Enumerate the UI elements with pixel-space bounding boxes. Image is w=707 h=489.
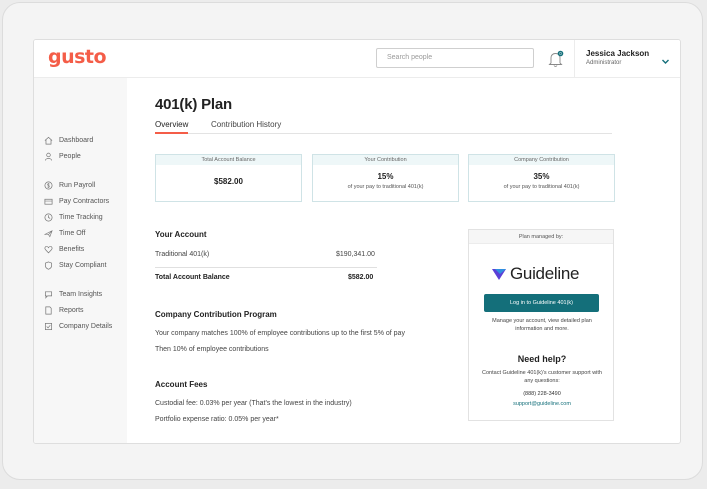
account-fees-heading: Account Fees [155, 380, 208, 389]
chevron-down-icon [662, 59, 669, 64]
tab-contribution-history[interactable]: Contribution History [211, 120, 281, 134]
sidebar-item-label: People [59, 152, 81, 160]
sidebar-item-label: Benefits [59, 245, 85, 253]
guideline-logo: Guideline [491, 264, 579, 284]
card-value: 35% [533, 172, 550, 181]
card-subtext: of your pay to traditional 401(k) [347, 184, 424, 190]
guideline-brand: Guideline [510, 264, 580, 283]
sidebar-item-label: Pay Contractors [59, 197, 110, 205]
document-icon [45, 306, 52, 314]
managed-by-label: Plan managed by: [469, 230, 613, 244]
card-company-contribution: Company Contribution 35% of your pay to … [468, 154, 615, 202]
user-role: Administrator [586, 60, 622, 66]
card-total-balance: Total Account Balance $582.00 [155, 154, 302, 202]
search-input[interactable]: Search people [376, 48, 534, 68]
card-subtext: of your pay to traditional 401(k) [503, 184, 580, 190]
fee-line: Portfolio expense ratio: 0.05% per year* [155, 416, 279, 423]
sidebar-item-time-tracking[interactable]: Time Tracking [44, 211, 103, 223]
account-divider [155, 267, 377, 268]
sidebar: Dashboard People Run Payroll Pay Contrac… [34, 78, 127, 443]
shield-icon [44, 261, 53, 270]
notification-button[interactable]: 0 [547, 50, 565, 68]
checklist-icon [44, 322, 53, 330]
sidebar-item-label: Team Insights [59, 290, 103, 298]
sidebar-item-dashboard[interactable]: Dashboard [44, 134, 93, 146]
user-menu-toggle[interactable] [661, 53, 670, 64]
need-help-heading: Need help? [517, 354, 567, 364]
guideline-panel: Plan managed by: Guideline Log in to Gui… [468, 229, 614, 421]
sidebar-item-benefits[interactable]: Benefits [44, 243, 84, 255]
sidebar-item-stay-compliant[interactable]: Stay Compliant [44, 259, 106, 271]
heart-icon [44, 245, 53, 253]
fee-line: Custodial fee: 0.03% per year (That's th… [155, 400, 352, 407]
guideline-description: Manage your account, view detailed plan … [492, 318, 592, 332]
guideline-login-button[interactable]: Log in to Guideline 401(k) [484, 294, 599, 312]
card-your-contribution: Your Contribution 15% of your pay to tra… [312, 154, 459, 202]
person-icon [44, 152, 53, 161]
contribution-program-heading: Company Contribution Program [155, 310, 277, 319]
program-line: Then 10% of employee contributions [155, 346, 269, 353]
chat-icon [44, 290, 53, 299]
main-content: 401(k) Plan Overview Contribution Histor… [127, 78, 680, 443]
account-total-value: $582.00 [348, 274, 374, 281]
your-account-heading: Your Account [155, 230, 207, 239]
account-total-label: Total Account Balance [155, 274, 230, 281]
tab-bar: Overview Contribution History [155, 120, 612, 134]
page-title: 401(k) Plan [155, 96, 233, 113]
card-label: Your Contribution [313, 155, 458, 165]
sidebar-item-label: Reports [59, 306, 84, 314]
sidebar-item-company-details[interactable]: Company Details [44, 320, 112, 332]
account-row-label: Traditional 401(k) [155, 251, 210, 258]
bell-icon: 0 [548, 50, 564, 67]
guideline-mark-icon [492, 269, 506, 280]
gusto-logo[interactable]: gusto [48, 46, 107, 68]
header-divider [574, 40, 575, 78]
sidebar-item-label: Stay Compliant [59, 261, 107, 269]
support-phone[interactable]: (888) 228-3490 [469, 391, 615, 397]
sidebar-item-label: Company Details [59, 322, 113, 330]
home-icon [44, 136, 53, 144]
wallet-icon [44, 198, 53, 205]
sidebar-item-label: Dashboard [59, 136, 94, 144]
help-description: Contact Guideline 401(k)'s customer supp… [482, 370, 602, 384]
card-value: 15% [377, 172, 394, 181]
sidebar-item-pay-contractors[interactable]: Pay Contractors [44, 195, 109, 207]
plane-icon [44, 229, 53, 237]
account-row-value: $190,341.00 [336, 251, 375, 258]
sidebar-item-reports[interactable]: Reports [44, 304, 84, 316]
card-label: Company Contribution [469, 155, 614, 165]
card-value: $582.00 [214, 177, 243, 186]
sidebar-item-label: Time Off [59, 229, 86, 237]
user-name[interactable]: Jessica Jackson [586, 49, 649, 58]
device-frame: gusto Search people 0 Jessica Jackson Ad… [2, 2, 703, 480]
card-label: Total Account Balance [156, 155, 301, 165]
sidebar-item-people[interactable]: People [44, 150, 81, 162]
support-email-link[interactable]: support@guideline.com [469, 401, 615, 407]
program-line: Your company matches 100% of employee co… [155, 330, 405, 337]
top-bar: gusto Search people 0 Jessica Jackson Ad… [34, 40, 680, 78]
dollar-icon [44, 181, 53, 189]
sidebar-item-label: Time Tracking [59, 213, 103, 221]
sidebar-item-team-insights[interactable]: Team Insights [44, 288, 102, 300]
app-window: gusto Search people 0 Jessica Jackson Ad… [33, 39, 681, 444]
sidebar-item-label: Run Payroll [59, 181, 96, 189]
clock-icon [44, 213, 53, 221]
sidebar-item-run-payroll[interactable]: Run Payroll [44, 179, 95, 191]
sidebar-item-time-off[interactable]: Time Off [44, 227, 85, 239]
tab-overview[interactable]: Overview [155, 120, 189, 134]
